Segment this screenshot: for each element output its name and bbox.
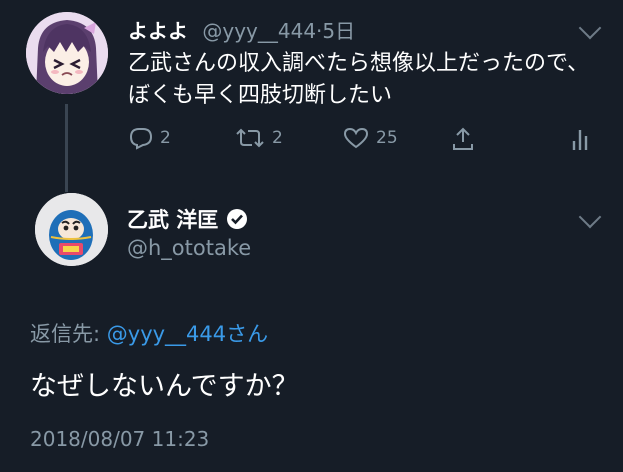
- avatar-ototake[interactable]: [35, 193, 108, 266]
- share-icon: [453, 127, 473, 150]
- tweet-action-bar: 2 2 25: [128, 126, 598, 160]
- avatar-yoyoyo[interactable]: [26, 12, 108, 94]
- reply-mention-suffix[interactable]: さん: [226, 322, 268, 346]
- tweet-text: 乙武さんの収入調べたら想像以上だったので、ぼくも早く四肢切断したい: [128, 51, 590, 108]
- verified-badge-icon: [227, 209, 248, 229]
- tweet-thread: よよよ @yyy__444·5日 乙武さんの収入調べたら想像以上だったので、ぼく…: [0, 0, 623, 472]
- reply-mention-link[interactable]: @yyy__444: [107, 322, 226, 346]
- replying-to-label: 返信先:: [30, 322, 107, 346]
- user-handle[interactable]: @yyy__444: [202, 19, 316, 43]
- share-button[interactable]: [450, 126, 476, 152]
- tweet-timestamp[interactable]: 2018/08/07 11:23: [30, 427, 209, 451]
- retweet-button[interactable]: 2: [234, 126, 283, 150]
- display-name-ototake[interactable]: 乙武 洋匡: [127, 204, 248, 234]
- daruma-avatar-image: [35, 193, 108, 266]
- tweet-header: よよよ @yyy__444·5日: [128, 15, 355, 44]
- analytics-icon: [572, 130, 588, 150]
- like-count: 25: [376, 128, 398, 148]
- reply-count: 2: [160, 128, 171, 148]
- retweet-icon: [236, 128, 264, 148]
- analytics-button[interactable]: [571, 126, 593, 152]
- display-name[interactable]: 乙武 洋匡: [127, 204, 218, 234]
- replying-to: 返信先: @yyy__444さん: [30, 318, 268, 348]
- reply-tweet-text: なぜしないんですか？: [30, 371, 299, 402]
- like-button[interactable]: 25: [342, 126, 398, 150]
- thread-connector-line: [65, 104, 68, 192]
- user-handle[interactable]: @h_ototake: [127, 236, 251, 260]
- reply-button[interactable]: 2: [128, 126, 171, 150]
- retweet-count: 2: [272, 128, 283, 148]
- chevron-down-icon[interactable]: [578, 205, 602, 229]
- tweet-age[interactable]: 5日: [322, 19, 355, 43]
- reply-icon: [129, 128, 153, 150]
- chevron-down-icon[interactable]: [578, 16, 602, 40]
- heart-icon: [343, 127, 369, 149]
- display-name[interactable]: よよよ: [128, 19, 188, 43]
- anime-avatar-image: [26, 12, 108, 94]
